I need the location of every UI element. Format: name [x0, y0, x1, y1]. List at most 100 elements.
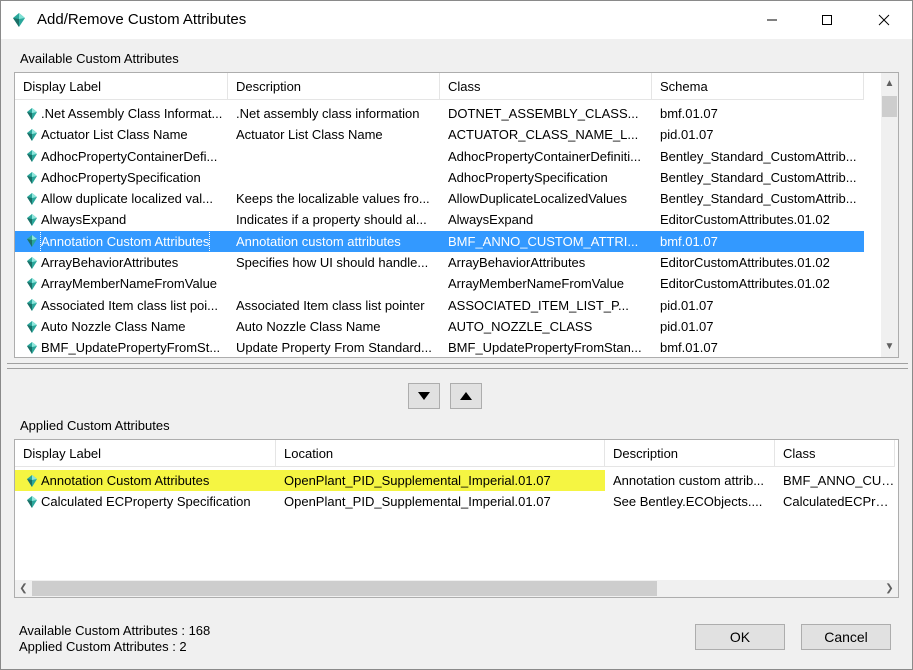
available-list-rows: .Net Assembly Class Informat... .Net asse… [15, 103, 864, 357]
list-cell: pid.01.07 [660, 297, 714, 313]
list-cell [228, 146, 440, 167]
attribute-gem-icon [27, 320, 37, 333]
panel-splitter[interactable] [7, 363, 908, 369]
list-cell: Annotation custom attributes [236, 233, 401, 249]
list-cell: AlwaysExpand [15, 209, 228, 230]
list-cell: Auto Nozzle Class Name [236, 318, 381, 334]
triangle-up-icon [460, 392, 472, 400]
list-row[interactable]: Associated Item class list poi... Associa… [15, 295, 864, 316]
applied-list-header: Display Label Location Description Class [15, 440, 895, 467]
list-cell: bmf.01.07 [660, 233, 718, 249]
attribute-gem-icon [27, 192, 37, 205]
list-row[interactable]: .Net Assembly Class Informat... .Net asse… [15, 103, 864, 124]
list-cell: Update Property From Standard... [236, 340, 432, 356]
cancel-button[interactable]: Cancel [801, 624, 891, 650]
column-header[interactable]: Description [605, 440, 775, 467]
list-cell: pid.01.07 [660, 127, 714, 143]
attribute-gem-icon [27, 171, 37, 184]
list-row[interactable]: Actuator List Class Name Actuator List Cl… [15, 124, 864, 145]
attribute-gem-icon [27, 107, 37, 120]
column-header[interactable]: Schema [652, 73, 864, 100]
applied-count-text: Applied Custom Attributes : 2 [19, 639, 187, 654]
column-header[interactable]: Description [228, 73, 440, 100]
minimize-button[interactable] [749, 1, 795, 39]
attribute-gem-icon [27, 474, 37, 487]
list-cell: AdhocPropertySpecification [15, 167, 228, 188]
available-attributes-list[interactable]: Display Label Description Class Schema .Net… [14, 72, 899, 358]
list-cell: Specifies how UI should handle... [236, 255, 429, 271]
list-cell: ArrayMemberNameFromValue [15, 273, 228, 294]
scroll-right-arrow-icon[interactable]: ❯ [881, 580, 898, 597]
minimize-icon [767, 19, 777, 21]
list-cell: ArrayBehaviorAttributes [15, 252, 228, 273]
list-row[interactable]: AlwaysExpand Indicates if a property shou… [15, 209, 864, 230]
scroll-down-arrow-icon[interactable]: ▼ [881, 338, 898, 355]
list-cell: CalculatedECProper [783, 494, 895, 510]
list-cell: BMF_UpdatePropertyFromStan... [448, 340, 642, 356]
list-row[interactable]: Calculated ECProperty Specification OpenP… [15, 491, 895, 512]
available-vertical-scrollbar[interactable]: ▲ ▼ [881, 73, 898, 357]
scroll-left-arrow-icon[interactable]: ❮ [15, 580, 32, 597]
row-label: Associated Item class list poi... [41, 297, 219, 313]
scroll-up-arrow-icon[interactable]: ▲ [881, 75, 898, 92]
list-cell: Bentley_Standard_CustomAttrib... [660, 148, 857, 164]
row-label: AlwaysExpand [41, 212, 127, 228]
list-row[interactable]: BMF_UpdatePropertyFromSt... Update Proper… [15, 337, 864, 357]
triangle-down-icon [418, 392, 430, 400]
list-cell: ACTUATOR_CLASS_NAME_L... [448, 127, 639, 143]
list-row[interactable]: Auto Nozzle Class Name Auto Nozzle Class … [15, 316, 864, 337]
move-up-button[interactable] [450, 383, 482, 409]
move-down-button[interactable] [408, 383, 440, 409]
list-cell [228, 273, 440, 294]
applied-attributes-list[interactable]: Display Label Location Description Class An… [14, 439, 899, 598]
list-cell: Actuator List Class Name [236, 127, 383, 143]
list-cell: Actuator List Class Name [15, 124, 228, 145]
column-header[interactable]: Display Label [15, 73, 228, 100]
maximize-button[interactable] [804, 1, 850, 39]
list-cell: EditorCustomAttributes.01.02 [660, 276, 830, 292]
list-row[interactable]: AdhocPropertySpecification AdhocPropertyS… [15, 167, 864, 188]
row-label: Actuator List Class Name [41, 127, 188, 143]
close-button[interactable] [861, 1, 907, 39]
list-row[interactable]: ArrayBehaviorAttributes Specifies how UI … [15, 252, 864, 273]
list-cell: AdhocPropertySpecification [448, 169, 608, 185]
list-row[interactable]: AdhocPropertyContainerDefi... AdhocProper… [15, 146, 864, 167]
list-row[interactable]: ArrayMemberNameFromValue ArrayMemberNameF… [15, 273, 864, 294]
available-list-header: Display Label Description Class Schema [15, 73, 864, 100]
row-label: Calculated ECProperty Specification [41, 494, 251, 510]
column-header[interactable]: Class [775, 440, 895, 467]
list-cell: bmf.01.07 [660, 340, 718, 356]
window-title: Add/Remove Custom Attributes [37, 11, 247, 28]
list-row[interactable]: Annotation Custom Attributes Annotation c… [15, 230, 864, 253]
ok-button[interactable]: OK [695, 624, 785, 650]
scrollbar-thumb[interactable] [882, 96, 897, 117]
list-cell: Associated Item class list poi... [15, 295, 228, 316]
attribute-gem-icon [27, 495, 37, 508]
list-cell: DOTNET_ASSEMBLY_CLASS... [448, 106, 639, 121]
column-header[interactable]: Display Label [15, 440, 276, 467]
attribute-gem-icon [27, 128, 37, 141]
list-cell: AdhocPropertyContainerDefiniti... [448, 148, 641, 164]
column-header[interactable]: Location [276, 440, 605, 467]
scrollbar-thumb[interactable] [32, 581, 657, 596]
list-row[interactable]: Annotation Custom Attributes OpenPlant_PI… [15, 470, 895, 492]
list-cell: OpenPlant_PID_Supplemental_Imperial.01.0… [284, 494, 551, 510]
row-label: .Net Assembly Class Informat... [41, 106, 223, 121]
column-header[interactable]: Class [440, 73, 652, 100]
available-group-label: Available Custom Attributes [20, 51, 179, 66]
list-cell: .Net assembly class information [236, 106, 420, 121]
attribute-gem-icon [27, 235, 37, 248]
list-cell [228, 167, 440, 188]
list-row[interactable]: Allow duplicate localized val... Keeps th… [15, 188, 864, 209]
list-cell: .Net Assembly Class Informat... [15, 103, 228, 124]
list-cell: Auto Nozzle Class Name [15, 316, 228, 337]
list-cell: EditorCustomAttributes.01.02 [660, 255, 830, 271]
title-bar[interactable]: Add/Remove Custom Attributes [1, 1, 912, 39]
list-cell: ASSOCIATED_ITEM_LIST_P... [448, 297, 629, 313]
list-cell: EditorCustomAttributes.01.02 [660, 212, 830, 228]
applied-horizontal-scrollbar[interactable]: ❮ ❯ [15, 580, 898, 597]
row-label: Allow duplicate localized val... [41, 191, 213, 207]
list-cell: Annotation Custom Attributes [15, 230, 228, 253]
attribute-gem-icon [27, 341, 37, 354]
list-cell: OpenPlant_PID_Supplemental_Imperial.01.0… [276, 470, 605, 492]
